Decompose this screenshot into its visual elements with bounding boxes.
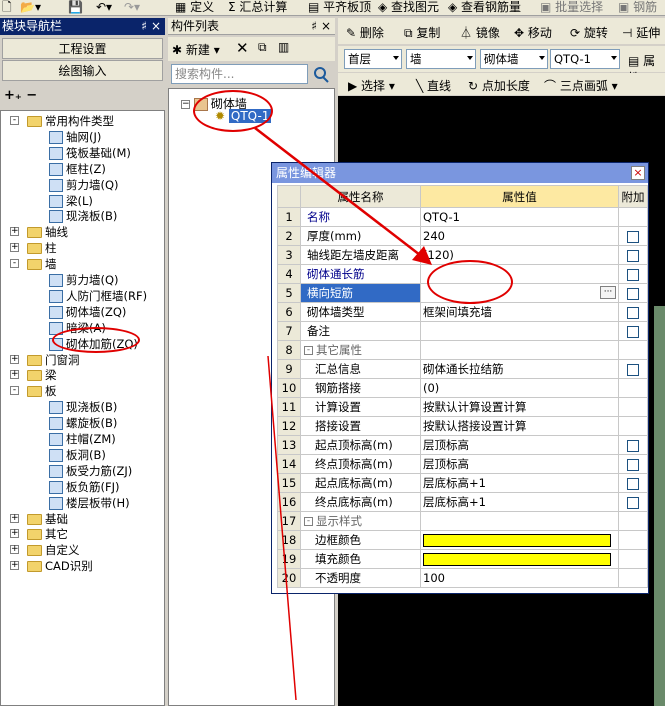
arrow-line — [254, 127, 421, 256]
annotation-arrow — [254, 127, 432, 701]
arrow-line-2 — [267, 355, 297, 701]
arrow-head — [412, 246, 432, 265]
